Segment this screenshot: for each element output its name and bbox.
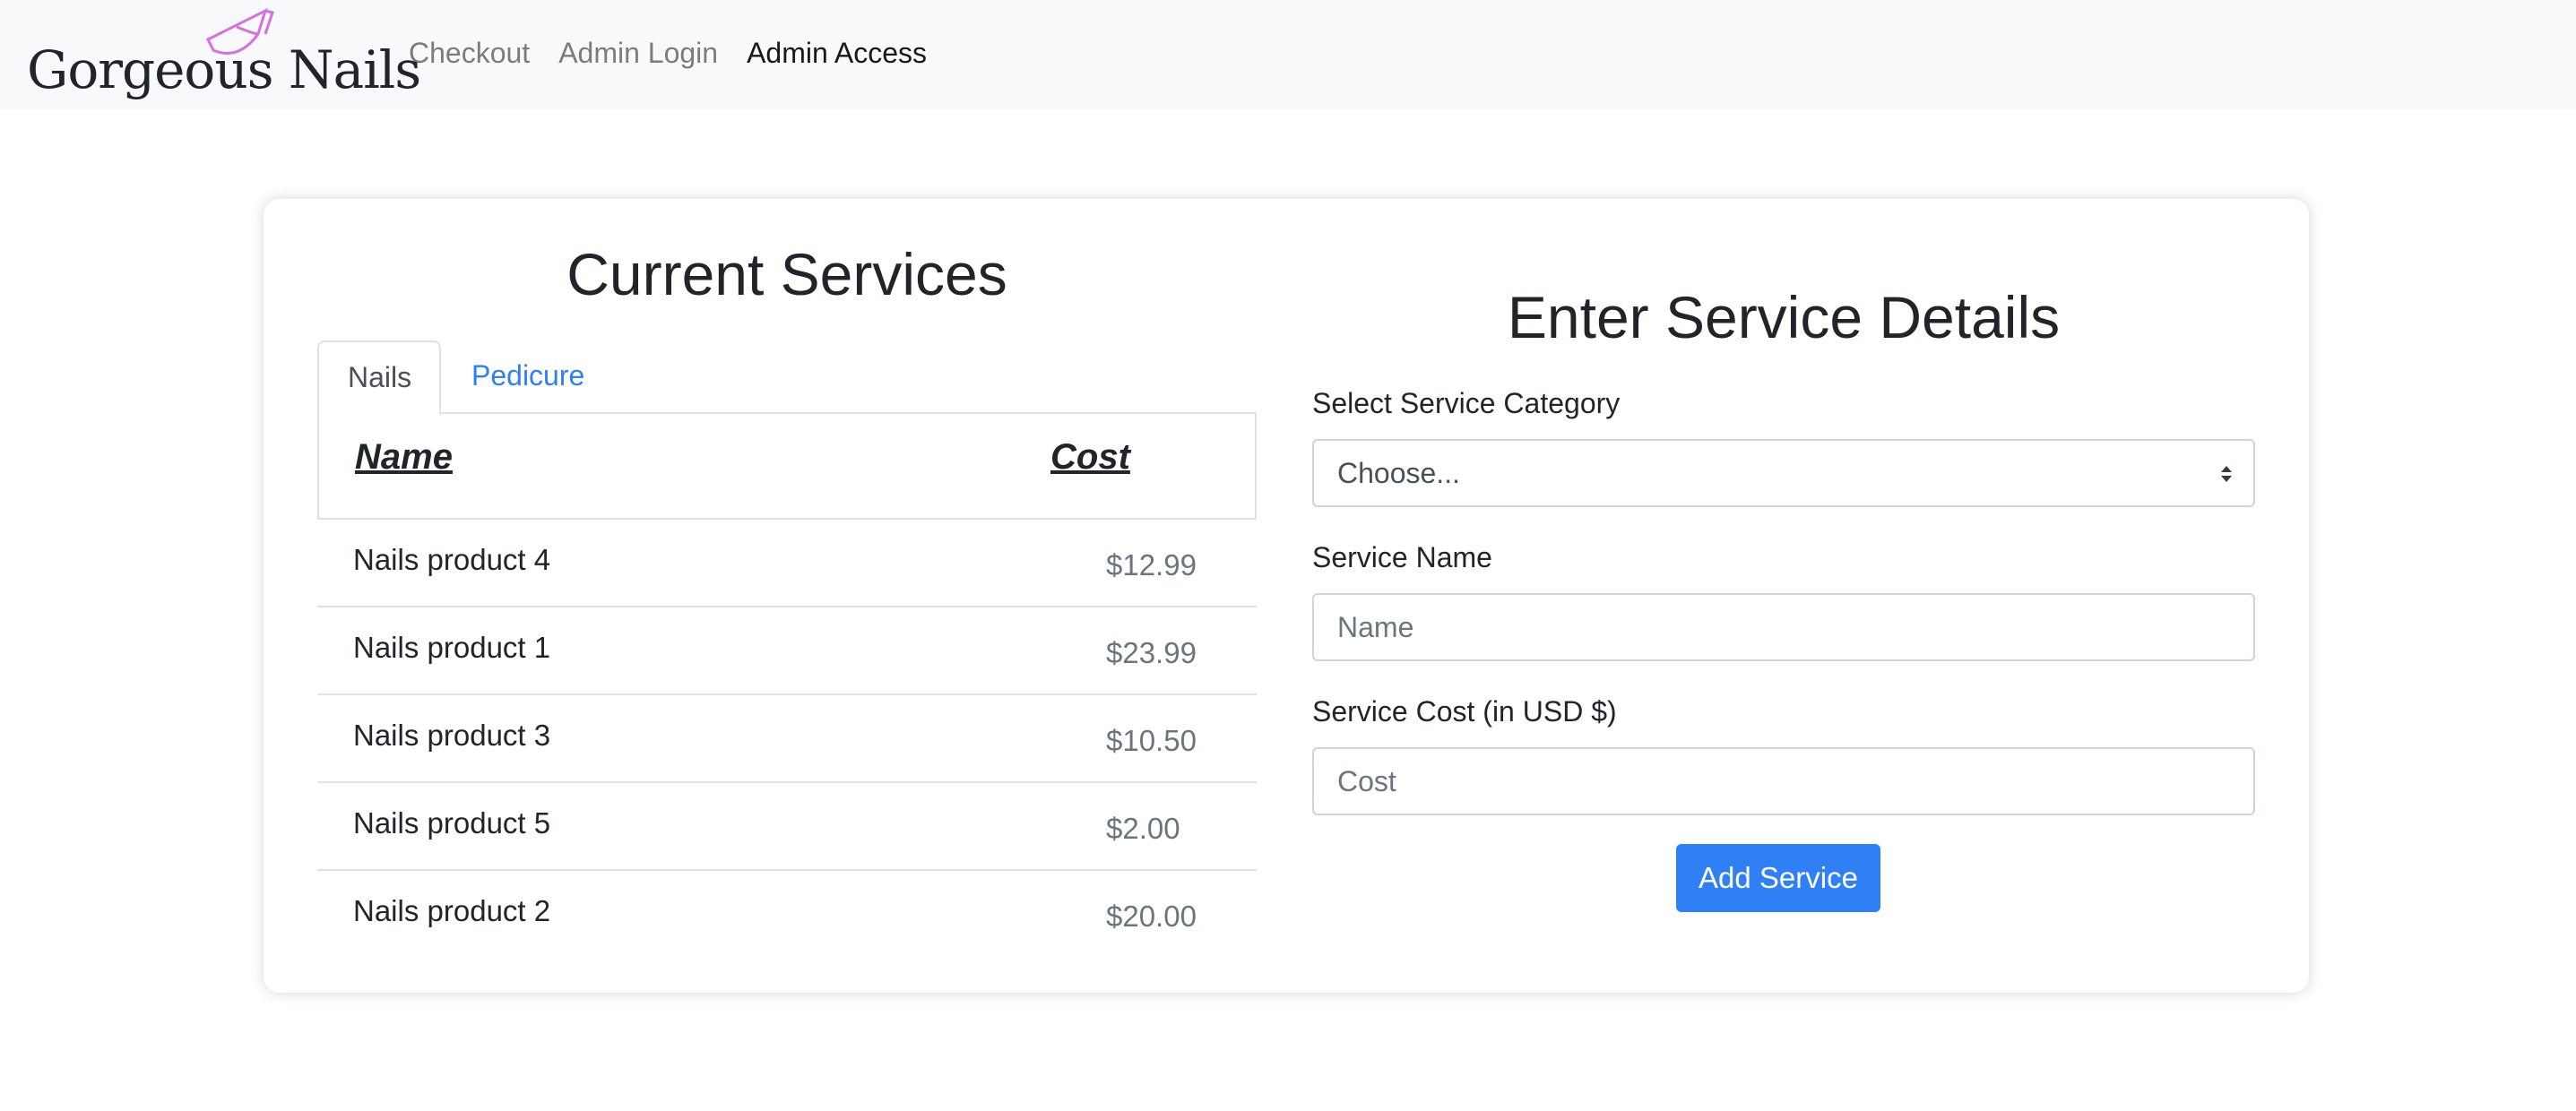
- brand-logo[interactable]: Gorgeous Nails: [27, 7, 421, 104]
- service-cost-input[interactable]: [1337, 749, 2230, 814]
- service-form-title: Enter Service Details: [1507, 284, 2061, 350]
- nav-links: Checkout Admin Login Admin Access: [409, 0, 955, 106]
- service-name-cell: Nails product 3: [353, 719, 551, 752]
- tab-pedicure[interactable]: Pedicure: [443, 340, 613, 414]
- services-table-body: Nails product 4 $12.99 Nails product 1 $…: [317, 520, 1257, 959]
- table-row[interactable]: Nails product 4 $12.99: [317, 520, 1257, 607]
- add-service-button[interactable]: Add Service: [1676, 844, 1880, 912]
- table-row[interactable]: Nails product 1 $23.99: [317, 607, 1257, 695]
- table-header: Name Cost: [317, 414, 1257, 520]
- column-header-name[interactable]: Name: [355, 437, 453, 478]
- service-cost-cell: $23.99: [1106, 636, 1197, 669]
- table-row[interactable]: Nails product 2 $20.00: [317, 871, 1257, 959]
- select-arrows-icon: [2221, 466, 2232, 482]
- table-row[interactable]: Nails product 5 $2.00: [317, 783, 1257, 871]
- service-cost-cell: $10.50: [1106, 724, 1197, 757]
- service-cost-cell: $12.99: [1106, 548, 1197, 581]
- service-cost-field: [1312, 747, 2255, 815]
- service-name-cell: Nails product 1: [353, 631, 551, 664]
- category-label: Select Service Category: [1312, 387, 1621, 419]
- service-name-label: Service Name: [1312, 541, 1492, 573]
- column-header-cost[interactable]: Cost: [1050, 437, 1130, 478]
- brand-name: Gorgeous Nails: [27, 39, 421, 100]
- nav-link-admin-login[interactable]: Admin Login: [558, 37, 718, 70]
- service-cost-cell: $20.00: [1106, 900, 1197, 933]
- admin-card: Current Services Nails Pedicure Name Cos…: [264, 199, 2309, 993]
- navbar: Gorgeous Nails Checkout Admin Login Admi…: [0, 0, 2576, 109]
- nav-link-admin-access[interactable]: Admin Access: [747, 37, 927, 70]
- service-name-input[interactable]: [1337, 595, 2230, 660]
- service-name-cell: Nails product 5: [353, 806, 551, 840]
- service-cost-cell: $2.00: [1106, 812, 1180, 845]
- service-tabs: Nails Pedicure: [317, 340, 1257, 416]
- current-services-title: Current Services: [566, 241, 1007, 307]
- service-cost-label: Service Cost (in USD $): [1312, 695, 1617, 728]
- service-name-cell: Nails product 4: [353, 543, 551, 576]
- service-name-cell: Nails product 2: [353, 894, 551, 927]
- category-select-value: Choose...: [1337, 457, 1460, 489]
- nav-link-checkout[interactable]: Checkout: [409, 37, 530, 70]
- tab-nails[interactable]: Nails: [317, 340, 441, 416]
- table-row[interactable]: Nails product 3 $10.50: [317, 695, 1257, 783]
- service-name-field: [1312, 593, 2255, 661]
- category-select[interactable]: Choose...: [1312, 439, 2255, 507]
